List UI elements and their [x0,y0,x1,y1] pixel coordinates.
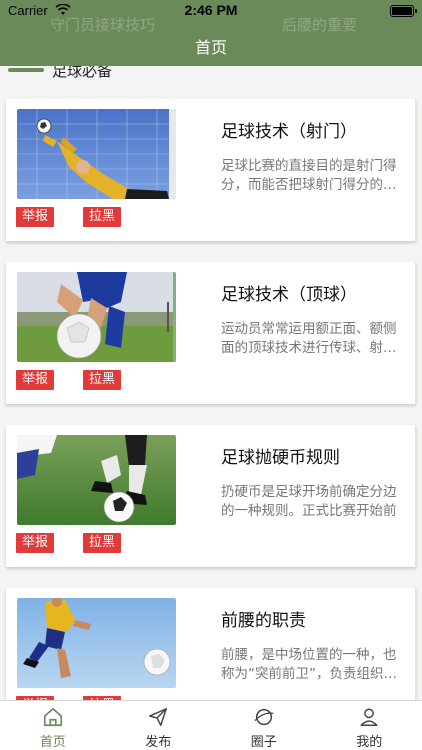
section-accent-bar [8,68,44,72]
tab-profile-label: 我的 [356,735,383,750]
article-title: 前腰的职责 [221,611,306,631]
article-card[interactable]: 足球技术（顶球） 运动员常常运用额正面、额侧面的顶球技术进行传球、射门等 举报 … [6,262,416,404]
report-button[interactable]: 举报 [16,533,55,553]
article-desc: 运动员常常运用额正面、额侧面的顶球技术进行传球、射门等 [221,321,397,356]
block-button[interactable]: 拉黑 [83,370,122,390]
article-desc: 扔硬币是足球开场前确定分边的一种规则。正式比赛开始前 [221,484,397,519]
send-icon [149,708,168,726]
tab-publish-label: 发布 [145,735,172,750]
article-desc: 前腰，是中场位置的一种，也称为“突前前卫”，负责组织进攻 [221,647,397,682]
article-image-midfielder [17,598,176,688]
battery-icon [390,5,417,17]
article-image-header [17,272,176,362]
ghost-tab-left: 守门员接球技巧 [50,16,156,34]
article-title: 足球技术（顶球） [221,285,357,305]
article-card[interactable]: 足球抛硬币规则 扔硬币是足球开场前确定分边的一种规则。正式比赛开始前 举报 拉黑 [6,425,416,567]
article-card[interactable]: 足球技术（射门） 足球比赛的直接目的是射门得分，而能否把球射门得分的关键在于 举… [6,99,416,241]
tab-circle[interactable]: 圈子 [211,701,317,750]
user-icon [360,708,378,726]
block-button[interactable]: 拉黑 [83,533,122,553]
top-bar: Carrier 2:46 PM 守门员接球技巧 后腰的重要 首页 [0,0,422,66]
home-icon [43,707,62,727]
block-button[interactable]: 拉黑 [83,207,122,227]
report-button[interactable]: 举报 [16,370,55,390]
ghost-tab-right: 后腰的重要 [282,16,358,34]
bottom-tab-bar: 首页 发布 圈子 我的 [0,700,422,750]
page-title: 首页 [194,38,227,57]
tab-circle-label: 圈子 [250,735,277,750]
planet-icon [254,708,274,726]
article-desc: 足球比赛的直接目的是射门得分，而能否把球射门得分的关键在于 [221,158,397,193]
article-image-kick [17,435,176,525]
tab-home[interactable]: 首页 [0,701,106,750]
tab-profile[interactable]: 我的 [317,701,422,750]
article-title: 足球技术（射门） [221,122,357,142]
tab-publish[interactable]: 发布 [106,701,212,750]
article-title: 足球抛硬币规则 [221,448,340,468]
article-image-goalkeeper [17,109,176,199]
report-button[interactable]: 举报 [16,207,55,227]
tab-home-label: 首页 [39,735,66,750]
